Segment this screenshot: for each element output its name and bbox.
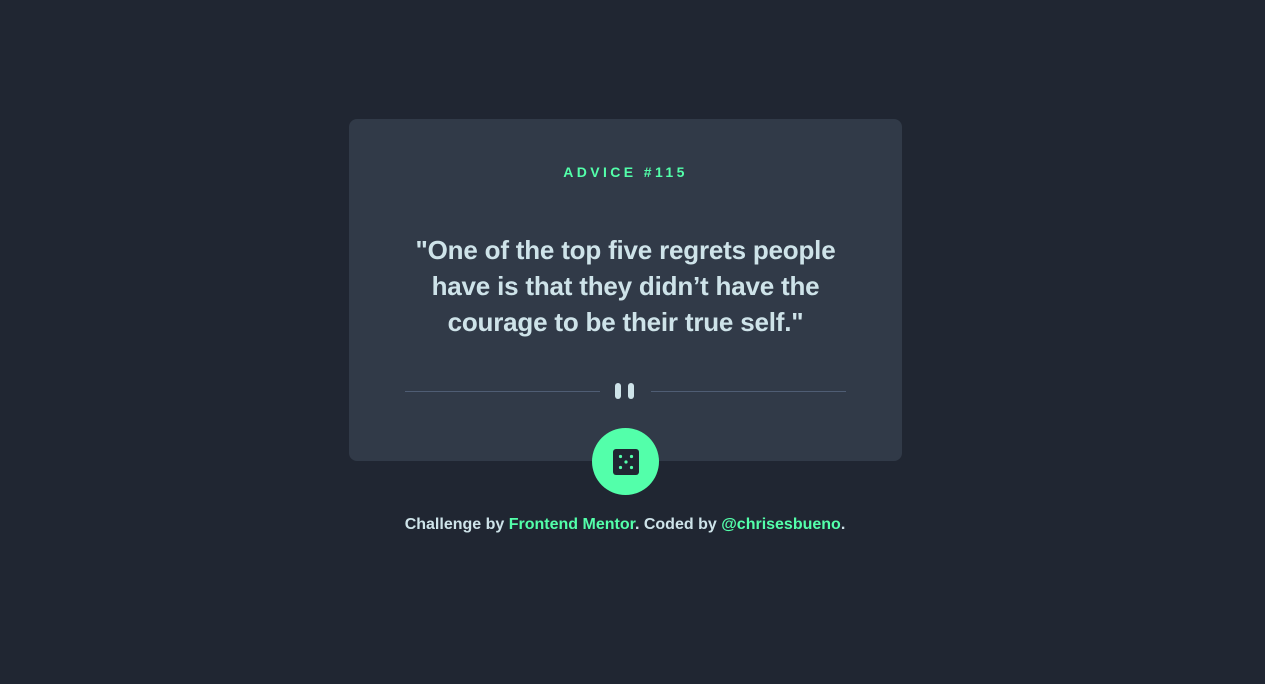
advice-id-label: ADVICE #115 xyxy=(563,164,688,180)
frontend-mentor-link[interactable]: Frontend Mentor xyxy=(509,516,635,533)
advice-card: ADVICE #115 "One of the top five regrets… xyxy=(349,119,902,461)
advice-quote: "One of the top five regrets people have… xyxy=(415,235,836,337)
pause-icon xyxy=(614,382,636,400)
attribution-suffix: . xyxy=(840,516,846,533)
dice-icon xyxy=(612,448,639,475)
new-advice-button[interactable] xyxy=(592,428,659,495)
divider-line-left xyxy=(405,391,600,392)
attribution-footer: Challenge by Frontend Mentor. Coded by @… xyxy=(0,516,1250,534)
attribution-middle: . Coded by xyxy=(634,516,722,533)
author-link[interactable]: @chrisesbueno xyxy=(721,516,841,533)
divider-line-right xyxy=(651,391,846,392)
attribution-prefix: Challenge by xyxy=(404,516,509,533)
divider xyxy=(405,382,846,400)
